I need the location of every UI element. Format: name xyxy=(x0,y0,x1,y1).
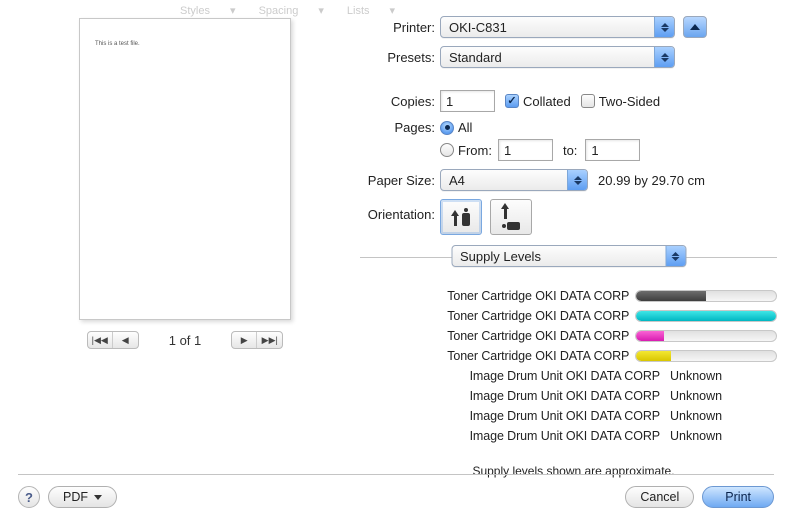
pager-prev-button[interactable]: ◀ xyxy=(113,332,138,348)
back-icon: ◀ xyxy=(122,335,129,346)
chevron-down-icon xyxy=(94,495,102,500)
supply-row: Image Drum Unit OKI DATA CORP Unknown xyxy=(330,386,777,406)
select-arrows-icon xyxy=(567,170,587,190)
supply-row: Toner Cartridge OKI DATA CORP xyxy=(330,326,777,346)
supply-bar-fill xyxy=(636,291,706,301)
supply-bar xyxy=(635,350,777,362)
supply-row: Image Drum Unit OKI DATA CORP Unknown xyxy=(330,406,777,426)
cancel-label: Cancel xyxy=(640,490,679,504)
supply-row: Toner Cartridge OKI DATA CORP xyxy=(330,346,777,366)
printer-select[interactable]: OKI-C831 xyxy=(440,16,675,38)
preview-pager: |◀◀ ◀ 1 of 1 ▶ ▶▶| xyxy=(79,329,291,351)
paper-size-value: A4 xyxy=(449,173,465,188)
section-separator: Supply Levels xyxy=(360,257,777,258)
preview-sample-text: This is a test file. xyxy=(95,41,140,47)
fwd-icon: ▶ xyxy=(241,335,248,346)
section-select[interactable]: Supply Levels xyxy=(451,245,686,267)
supply-bar-fill xyxy=(636,351,671,361)
select-arrows-icon xyxy=(654,47,674,67)
supply-label: Image Drum Unit OKI DATA CORP xyxy=(330,429,660,443)
supply-status: Unknown xyxy=(670,369,722,383)
landscape-icon xyxy=(502,203,520,231)
supply-row: Image Drum Unit OKI DATA CORP Unknown xyxy=(330,426,777,446)
supply-status: Unknown xyxy=(670,409,722,423)
supply-row: Toner Cartridge OKI DATA CORP xyxy=(330,306,777,326)
help-icon: ? xyxy=(25,490,33,505)
supply-label: Toner Cartridge OKI DATA CORP xyxy=(330,349,629,363)
copies-value: 1 xyxy=(446,94,453,109)
supply-row: Image Drum Unit OKI DATA CORP Unknown xyxy=(330,366,777,386)
supply-approx-note: Supply levels shown are approximate. xyxy=(370,464,777,478)
supply-label: Toner Cartridge OKI DATA CORP xyxy=(330,309,629,323)
pages-to-value: 1 xyxy=(591,143,598,158)
skip-back-icon: |◀◀ xyxy=(92,335,108,346)
presets-select-value: Standard xyxy=(449,50,502,65)
paper-size-label: Paper Size: xyxy=(300,173,440,188)
pager-next-button[interactable]: ▶ xyxy=(232,332,257,348)
supply-label: Toner Cartridge OKI DATA CORP xyxy=(330,329,629,343)
portrait-icon xyxy=(452,208,471,226)
select-arrows-icon xyxy=(665,246,685,266)
copies-label: Copies: xyxy=(300,94,440,109)
section-select-value: Supply Levels xyxy=(460,249,541,264)
pages-label: Pages: xyxy=(300,120,440,135)
supply-row: Toner Cartridge OKI DATA CORP xyxy=(330,286,777,306)
supply-status: Unknown xyxy=(670,389,722,403)
two-sided-label: Two-Sided xyxy=(599,94,660,109)
copies-field[interactable]: 1 xyxy=(440,90,495,112)
skip-fwd-icon: ▶▶| xyxy=(262,335,278,346)
printer-label: Printer: xyxy=(300,20,440,35)
pages-range-radio[interactable] xyxy=(440,143,454,157)
printer-select-value: OKI-C831 xyxy=(449,20,507,35)
pager-fwd-group: ▶ ▶▶| xyxy=(231,331,283,349)
pager-count: 1 of 1 xyxy=(169,333,202,348)
select-arrows-icon xyxy=(654,17,674,37)
pages-all-radio[interactable] xyxy=(440,121,454,135)
orientation-portrait-button[interactable] xyxy=(440,199,482,235)
pages-from-field[interactable]: 1 xyxy=(498,139,553,161)
paper-size-select[interactable]: A4 xyxy=(440,169,588,191)
pages-all-label: All xyxy=(458,120,472,135)
paper-dims-label: 20.99 by 29.70 cm xyxy=(598,173,705,188)
pager-back-group: |◀◀ ◀ xyxy=(87,331,139,349)
two-sided-checkbox[interactable] xyxy=(581,94,595,108)
collated-checkbox[interactable] xyxy=(505,94,519,108)
supply-levels-list: Toner Cartridge OKI DATA CORP Toner Cartr… xyxy=(330,286,777,446)
pages-to-label: to: xyxy=(563,143,577,158)
orientation-landscape-button[interactable] xyxy=(490,199,532,235)
supply-status: Unknown xyxy=(670,429,722,443)
pages-from-label: From: xyxy=(458,143,492,158)
supply-label: Toner Cartridge OKI DATA CORP xyxy=(330,289,629,303)
footer-separator xyxy=(18,474,774,475)
supply-bar xyxy=(635,310,777,322)
help-button[interactable]: ? xyxy=(18,486,40,508)
pdf-menu-label: PDF xyxy=(63,490,88,504)
supply-bar-fill xyxy=(636,311,776,321)
print-button[interactable]: Print xyxy=(702,486,774,508)
supply-bar-fill xyxy=(636,331,664,341)
supply-bar xyxy=(635,290,777,302)
pager-last-button[interactable]: ▶▶| xyxy=(257,332,282,348)
presets-select[interactable]: Standard xyxy=(440,46,675,68)
supply-label: Image Drum Unit OKI DATA CORP xyxy=(330,389,660,403)
pdf-menu-button[interactable]: PDF xyxy=(48,486,117,508)
supply-label: Image Drum Unit OKI DATA CORP xyxy=(330,409,660,423)
cancel-button[interactable]: Cancel xyxy=(625,486,694,508)
pages-from-value: 1 xyxy=(504,143,511,158)
pages-to-field[interactable]: 1 xyxy=(585,139,640,161)
presets-label: Presets: xyxy=(300,50,440,65)
page-preview: This is a test file. xyxy=(79,18,291,320)
pager-first-button[interactable]: |◀◀ xyxy=(88,332,113,348)
collated-label: Collated xyxy=(523,94,571,109)
collapse-details-button[interactable] xyxy=(683,16,707,38)
supply-label: Image Drum Unit OKI DATA CORP xyxy=(330,369,660,383)
supply-bar xyxy=(635,330,777,342)
print-label: Print xyxy=(725,490,751,504)
orientation-label: Orientation: xyxy=(300,199,440,222)
